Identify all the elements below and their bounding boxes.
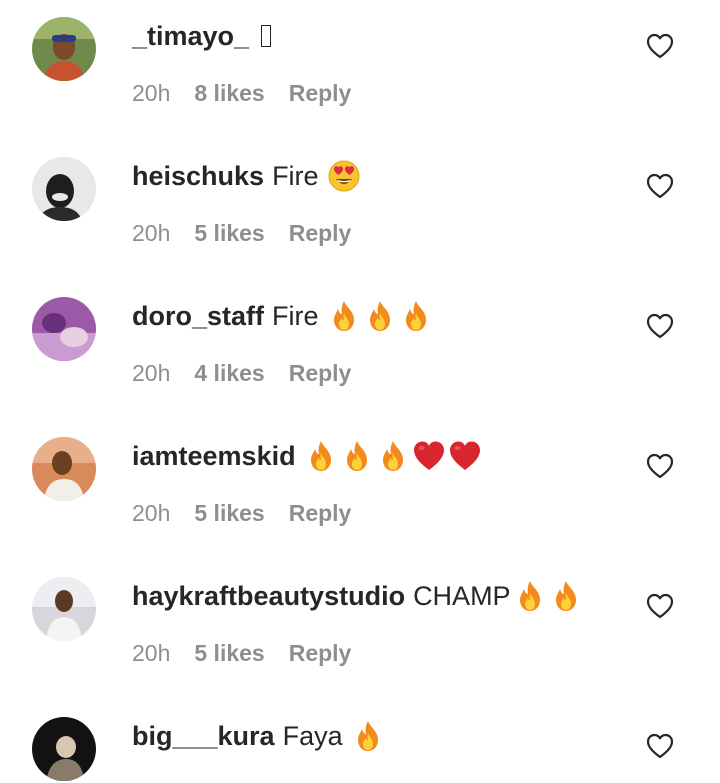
avatar[interactable] [32, 17, 96, 81]
avatar-photo-icon [32, 577, 96, 641]
avatar[interactable] [32, 297, 96, 361]
avatar-photo-icon [32, 717, 96, 781]
emoji-group [513, 579, 583, 613]
fire-emoji [340, 439, 374, 473]
unsupported-character-icon [261, 25, 272, 47]
comment-meta: 20h 5 likes Reply [132, 220, 351, 247]
comment-item: haykraftbeautystudio CHAMP 20h 5 likes R… [0, 560, 720, 700]
comment-line: _timayo_ [132, 16, 272, 56]
comment-item: iamteemskid 20h 5 likes Reply [0, 420, 720, 560]
reply-button[interactable]: Reply [289, 360, 352, 387]
likes-count[interactable]: 5 likes [194, 500, 264, 527]
emoji-group [327, 159, 361, 193]
like-heart-icon[interactable] [646, 453, 674, 479]
fire-emoji [513, 579, 547, 613]
likes-count[interactable]: 5 likes [194, 220, 264, 247]
avatar[interactable] [32, 717, 96, 781]
fire-emoji [363, 299, 397, 333]
likes-count[interactable]: 5 likes [194, 640, 264, 667]
comment-time: 20h [132, 360, 171, 386]
likes-count[interactable]: 4 likes [194, 360, 264, 387]
comment-time: 20h [132, 640, 171, 666]
reply-button[interactable]: Reply [289, 500, 352, 527]
like-heart-icon[interactable] [646, 173, 674, 199]
red-heart-emoji [412, 439, 446, 473]
avatar[interactable] [32, 577, 96, 641]
username[interactable]: haykraftbeautystudio [132, 581, 405, 612]
likes-count[interactable]: 8 likes [194, 80, 264, 107]
avatar[interactable] [32, 437, 96, 501]
comment-text: Fire [272, 300, 319, 331]
username[interactable]: heischuks [132, 161, 264, 192]
comment-line: doro_staff Fire [132, 296, 433, 336]
comment-meta: 20h 8 likes Reply [132, 80, 351, 107]
comment-line: heischuks Fire [132, 156, 361, 196]
avatar-photo-icon [32, 297, 96, 361]
username[interactable]: iamteemskid [132, 441, 296, 472]
avatar-photo-icon [32, 157, 96, 221]
avatar-photo-icon [32, 17, 96, 81]
comment-text: Faya [282, 720, 343, 751]
like-heart-icon[interactable] [646, 733, 674, 759]
fire-emoji [327, 299, 361, 333]
fire-emoji [351, 719, 385, 753]
comment-line: haykraftbeautystudio CHAMP [132, 576, 583, 616]
comment-time: 20h [132, 220, 171, 246]
reply-button[interactable]: Reply [289, 640, 352, 667]
reply-button[interactable]: Reply [289, 80, 352, 107]
username[interactable]: doro_staff [132, 301, 264, 332]
emoji-group [327, 299, 433, 333]
avatar-photo-icon [32, 437, 96, 501]
comment-item: _timayo_ 20h 8 likes Reply [0, 0, 720, 140]
red-heart-emoji [448, 439, 482, 473]
like-heart-icon[interactable] [646, 33, 674, 59]
username[interactable]: _timayo_ [132, 21, 249, 52]
like-heart-icon[interactable] [646, 313, 674, 339]
comment-line: iamteemskid [132, 436, 482, 476]
comment-time: 20h [132, 500, 171, 526]
reply-button[interactable]: Reply [289, 220, 352, 247]
avatar[interactable] [32, 157, 96, 221]
username[interactable]: big___kura [132, 721, 275, 752]
fire-emoji [376, 439, 410, 473]
comment-meta: 20h 5 likes Reply [132, 640, 351, 667]
comment-line: big___kura Faya [132, 716, 385, 756]
comment-text: CHAMP [413, 580, 511, 611]
fire-emoji [304, 439, 338, 473]
fire-emoji [549, 579, 583, 613]
like-heart-icon[interactable] [646, 593, 674, 619]
comment-time: 20h [132, 80, 171, 106]
heart-eyes-emoji [327, 159, 361, 193]
comment-item: doro_staff Fire 20h 4 likes Reply [0, 280, 720, 420]
comment-meta: 20h 5 likes Reply [132, 500, 351, 527]
emoji-group [351, 719, 385, 753]
emoji-group [304, 439, 482, 473]
comment-text: Fire [272, 160, 319, 191]
comment-meta: 20h 4 likes Reply [132, 360, 351, 387]
comment-item: big___kura Faya [0, 700, 720, 783]
comment-item: heischuks Fire 20h 5 likes Reply [0, 140, 720, 280]
fire-emoji [399, 299, 433, 333]
